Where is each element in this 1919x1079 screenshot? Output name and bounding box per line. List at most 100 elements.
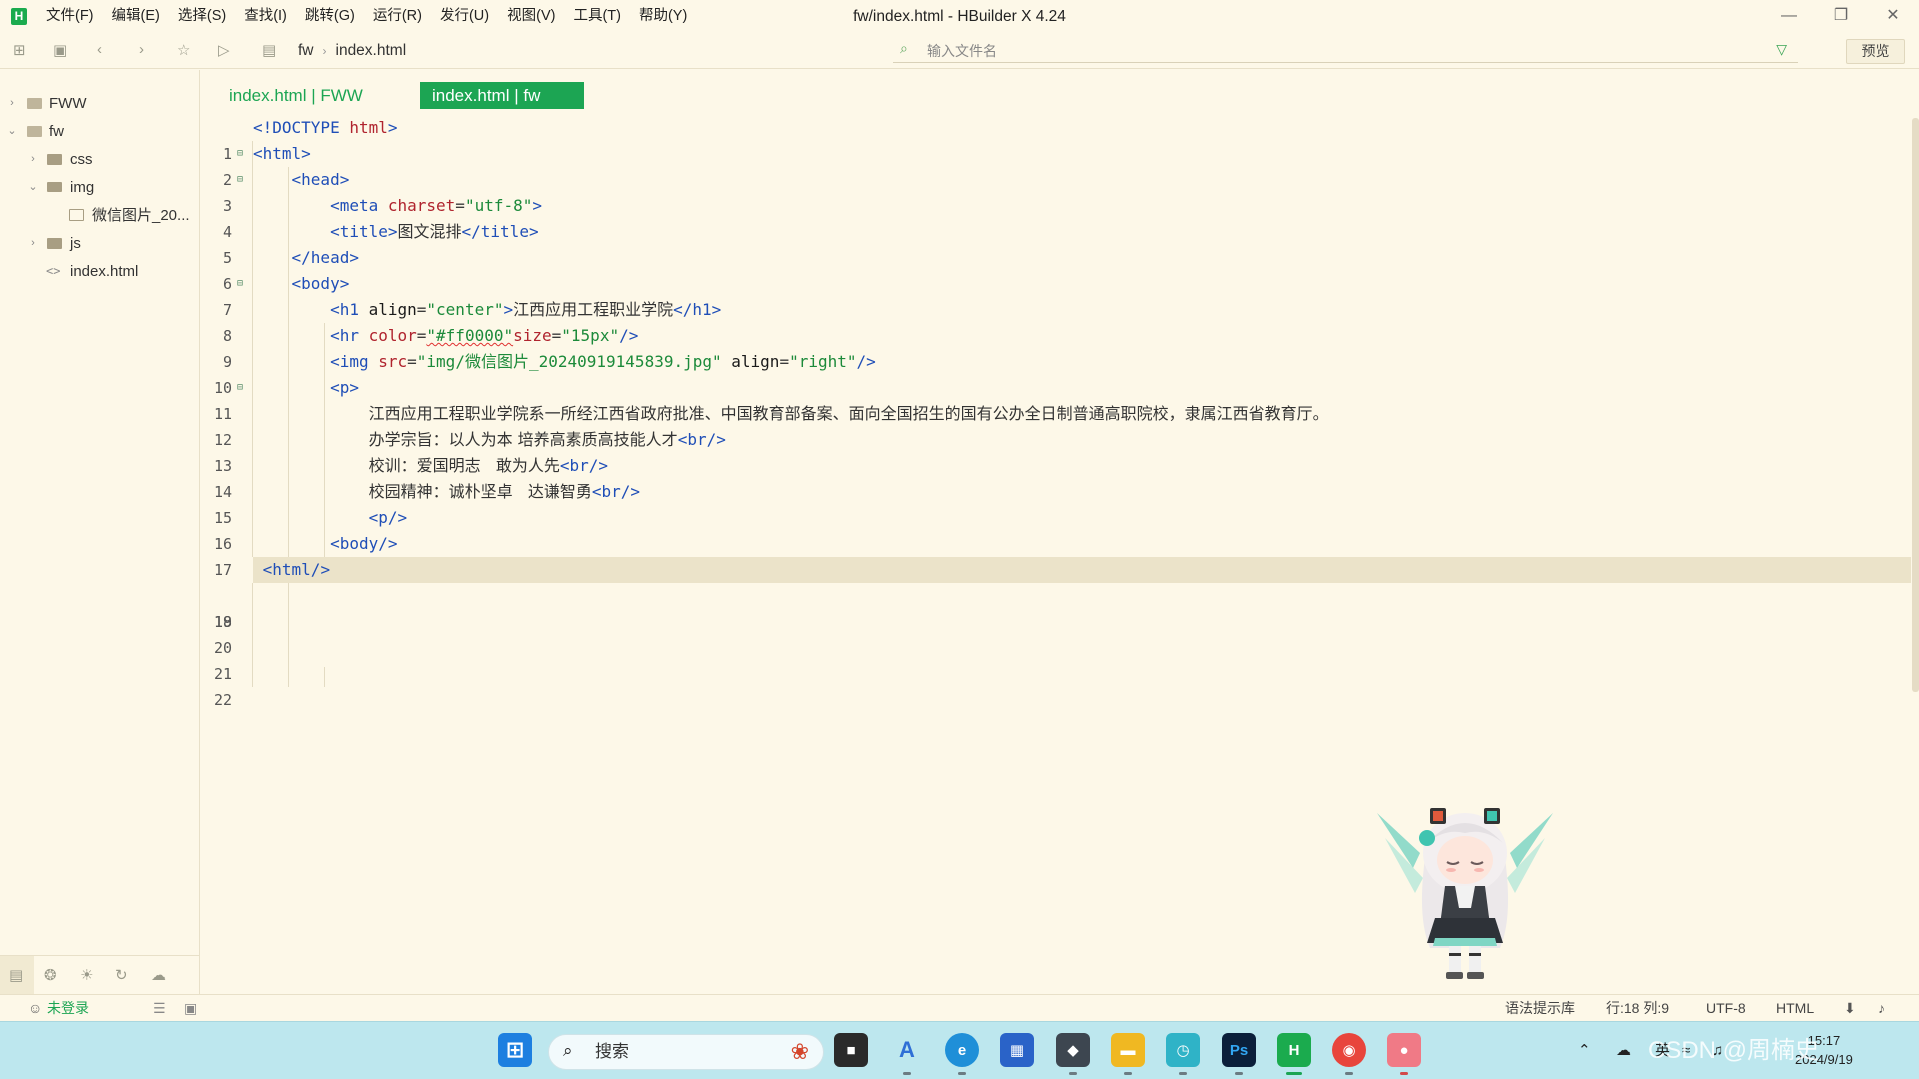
outline-icon[interactable]: ☰ [153,995,166,1021]
menu-goto[interactable]: 跳转(G) [305,0,355,33]
fold-icon[interactable]: ⊟ [237,375,249,401]
back-icon[interactable]: ‹ [97,41,102,58]
new-file-icon[interactable]: ⊞ [13,41,26,59]
chrome-browser-icon[interactable]: ◉ [1332,1033,1366,1067]
code-line[interactable]: 22 [201,661,1911,709]
encoding-selector[interactable]: UTF-8 [1706,995,1746,1021]
tab-index-fww[interactable]: index.html | FWW [217,82,375,109]
preview-button[interactable]: 预览 [1846,39,1905,64]
fold-icon[interactable]: ⊟ [237,141,249,167]
cloud-icon[interactable]: ☁ [151,966,166,984]
menu-view[interactable]: 视图(V) [507,0,555,33]
microsoft-store-icon[interactable]: ▦ [1000,1033,1034,1067]
tray-overflow-icon[interactable]: ⌃ [1578,1022,1591,1079]
hbuilder-taskbar-icon[interactable]: H [1277,1033,1311,1067]
tree-item-img[interactable]: ⌄ img [0,174,200,201]
code-line[interactable]: 7 ⊟ <body> [201,271,1911,319]
project-manager-icon[interactable]: ▤ [9,966,23,984]
debug-icon[interactable]: ☀ [80,966,93,984]
tree-item-image-file[interactable]: 微信图片_20... [0,202,200,229]
code-line[interactable]: 13 办学宗旨：以人为本 培养高素质高技能人才<br/> [201,427,1911,475]
chevron-right-icon[interactable]: › [27,146,39,173]
windows-start-icon[interactable]: ⊞ [498,1033,532,1067]
code-line[interactable]: 12 江西应用工程职业学院系一所经江西省政府批准、中国教育部备案、面向全国招生的… [201,401,1911,449]
restore-button[interactable]: ❐ [1815,0,1867,33]
code-line[interactable]: 6 </head> [201,245,1911,293]
app-icon-clock[interactable]: ◷ [1166,1033,1200,1067]
taskbar-search[interactable]: ⌕ 搜索 ❀ [548,1034,824,1070]
minimize-button[interactable]: — [1763,0,1815,33]
fold-icon[interactable]: ⊟ [237,271,249,297]
notification-bell-icon[interactable]: ♪ [1878,995,1885,1021]
menu-publish[interactable]: 发行(U) [440,0,489,33]
source-control-icon[interactable]: ↻ [115,966,128,984]
close-button[interactable]: ✕ [1867,0,1919,33]
tree-item-js[interactable]: › js [0,230,200,257]
menu-edit[interactable]: 编辑(E) [112,0,160,33]
code-line[interactable]: 16 <p/> [201,505,1911,553]
code-line[interactable]: 9 <hr color="#ff0000"size="15px"/> [201,323,1911,371]
plugin-icon[interactable]: ❂ [44,966,57,984]
menu-run[interactable]: 运行(R) [373,0,422,33]
code-line-current[interactable]: 18 <html/> [201,557,1911,631]
code-text: <h1 align="center">江西应用工程职业学院</h1> [330,300,722,319]
save-icon[interactable]: ▣ [53,41,67,59]
edge-browser-icon[interactable]: e [945,1033,979,1067]
download-icon[interactable]: ⬇ [1844,995,1856,1021]
file-filter-input[interactable] [927,39,1707,62]
breadcrumb-item-file[interactable]: index.html [336,33,407,69]
run-icon[interactable]: ▷ [218,41,230,59]
code-line[interactable]: 19 [201,583,1911,631]
photoshop-icon[interactable]: Ps [1222,1033,1256,1067]
app-icon-a[interactable]: A [890,1033,924,1067]
chevron-right-icon[interactable]: › [27,230,39,257]
menu-help[interactable]: 帮助(Y) [639,0,687,33]
code-line[interactable]: 2 ⊟ <html> [201,141,1911,189]
onedrive-icon[interactable]: ☁ [1616,1022,1631,1079]
code-line[interactable]: 3 ⊟ <head> [201,167,1911,215]
code-editor[interactable]: 1 <!DOCTYPE html> 2 ⊟ <html> 3 ⊟ <head> … [201,115,1919,994]
file-explorer-icon[interactable]: ▬ [1111,1033,1145,1067]
code-line[interactable]: 5 <title>图文混排</title> [201,219,1911,267]
chevron-right-icon[interactable]: › [6,90,18,117]
console-icon[interactable]: ▣ [184,995,197,1021]
menu-find[interactable]: 查找(I) [244,0,287,33]
code-line[interactable]: 17 <body/> [201,531,1911,579]
code-text: <p> [330,378,359,397]
tree-item-fww[interactable]: › FWW [0,90,200,117]
menu-select[interactable]: 选择(S) [178,0,226,33]
vertical-scrollbar[interactable] [1912,118,1919,692]
tree-item-index-html[interactable]: <> index.html [0,258,200,285]
wechat-icon[interactable]: ● [1387,1033,1421,1067]
chevron-down-icon[interactable]: ⌄ [27,174,39,201]
breadcrumb-item-project[interactable]: fw [298,33,314,69]
menu-bar: 文件(F) 编辑(E) 选择(S) 查找(I) 跳转(G) 运行(R) 发行(U… [46,0,705,33]
cursor-position[interactable]: 行:18 列:9 [1606,995,1669,1021]
login-status[interactable]: 未登录 [47,995,89,1021]
code-line[interactable]: 15 校园精神：诚朴坚卓 达谦智勇<br/> [201,479,1911,527]
user-icon[interactable]: ☺ [28,995,42,1021]
favorite-icon[interactable]: ☆ [177,41,190,59]
syntax-library[interactable]: 语法提示库 [1505,995,1575,1021]
code-line[interactable]: 21 [201,635,1911,683]
language-mode[interactable]: HTML [1776,995,1814,1021]
code-line[interactable]: 14 校训：爱国明志 敢为人先<br/> [201,453,1911,501]
running-indicator [958,1072,966,1075]
unity-hub-icon[interactable]: ◆ [1056,1033,1090,1067]
tree-item-fw[interactable]: ⌄ fw [0,118,200,145]
code-line[interactable]: 20 [201,609,1911,657]
fold-icon[interactable]: ⊟ [237,167,249,193]
tree-item-css[interactable]: › css [0,146,200,173]
code-line[interactable]: 8 <h1 align="center">江西应用工程职业学院</h1> [201,297,1911,345]
code-line[interactable]: 10 <img src="img/微信图片_20240919145839.jpg… [201,349,1911,397]
filter-icon[interactable]: ▽ [1776,41,1787,58]
forward-icon[interactable]: › [139,41,144,58]
code-line[interactable]: 11 ⊟ <p> [201,375,1911,423]
code-line[interactable]: 1 <!DOCTYPE html> [201,115,1911,163]
tab-index-fw[interactable]: index.html | fw [420,82,584,109]
menu-tools[interactable]: 工具(T) [573,0,621,33]
task-view-icon[interactable]: ■ [834,1033,868,1067]
menu-file[interactable]: 文件(F) [46,0,94,33]
chevron-down-icon[interactable]: ⌄ [6,118,18,145]
code-line[interactable]: 4 <meta charset="utf-8"> [201,193,1911,241]
